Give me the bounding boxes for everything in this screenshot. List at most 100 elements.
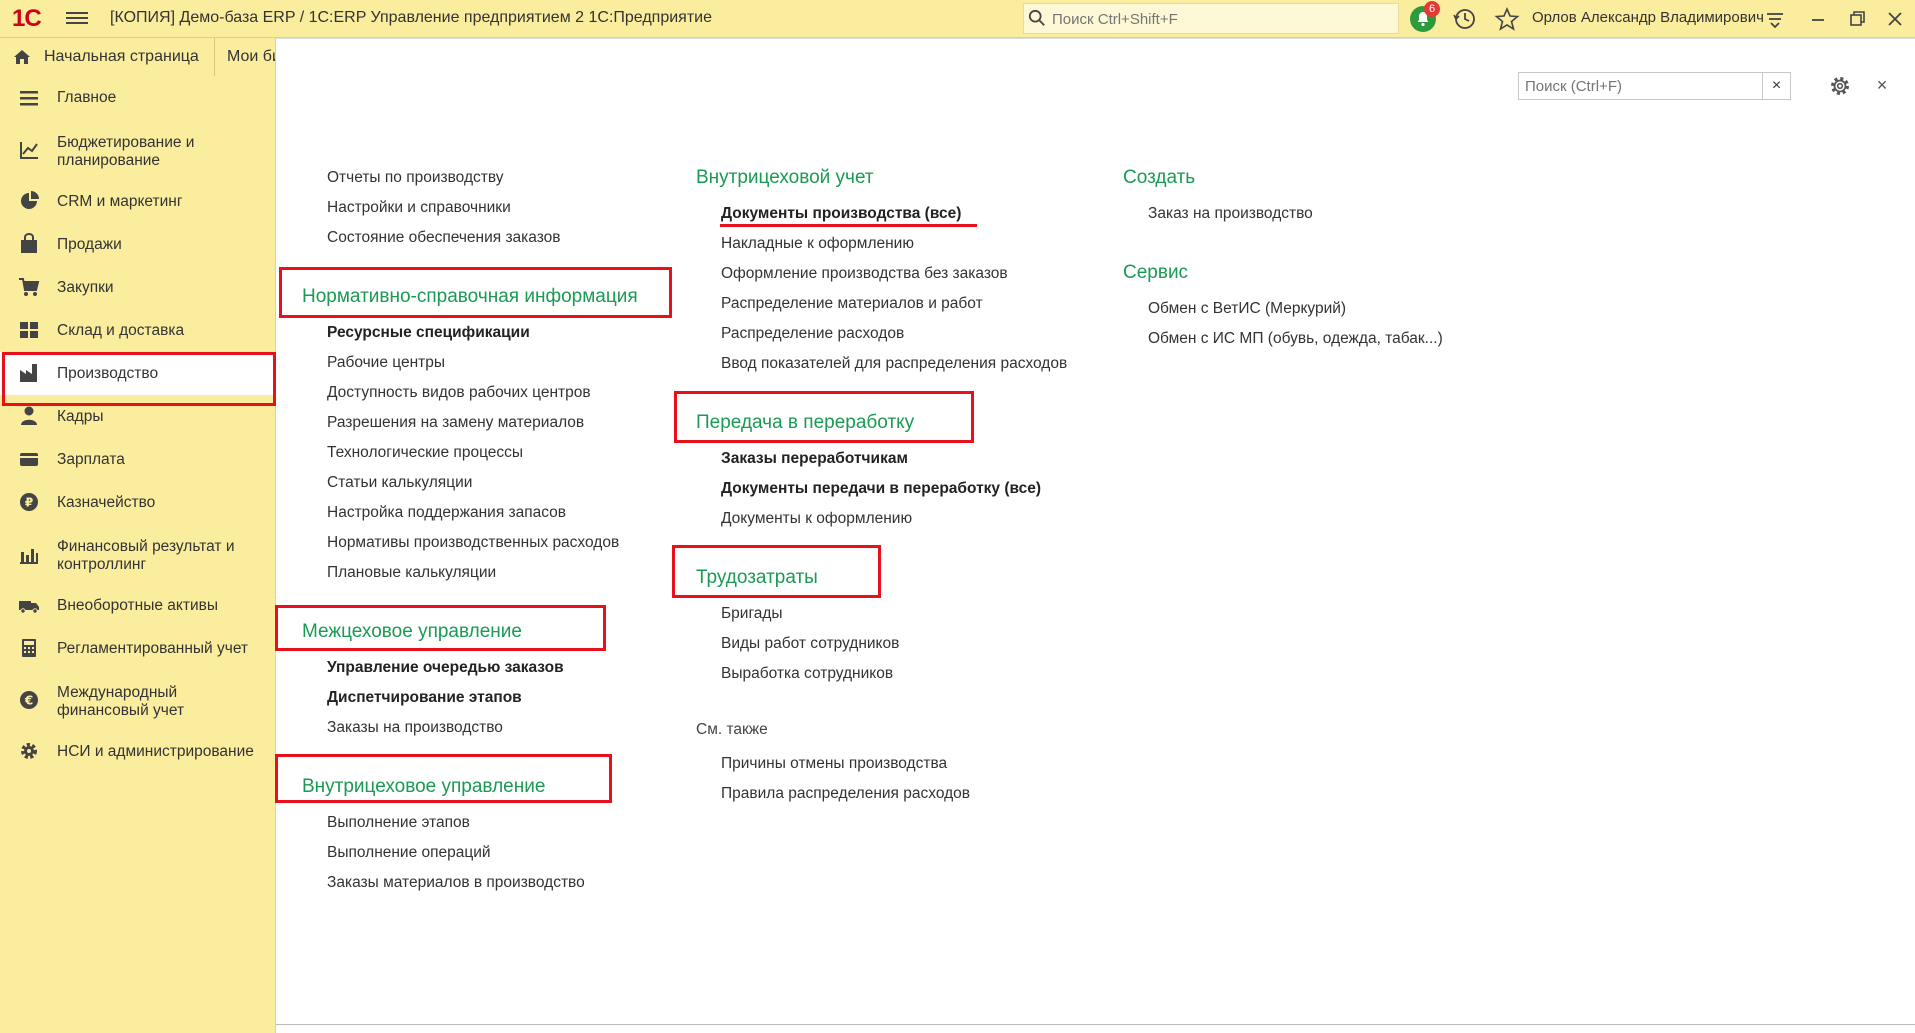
sidebar-item-label: Международный финансовый учет [57, 684, 185, 719]
favorites-star-icon[interactable] [1492, 4, 1522, 34]
tab-my-processes[interactable]: Мои бизнес-процессы [215, 38, 275, 76]
sidebar-item-label: НСИ и администрирование [57, 743, 254, 760]
link-create-production-order[interactable]: Заказ на производство [1148, 205, 1313, 223]
sidebar-item-budget[interactable]: Бюджетирование и планирование [0, 120, 275, 180]
notifications-button[interactable]: 6 [1408, 1, 1440, 34]
link-employee-work-types[interactable]: Виды работ сотрудников [721, 635, 899, 653]
sidebar-item-finresult[interactable]: Финансовый результат и контроллинг [0, 524, 275, 584]
link-brigades[interactable]: Бригады [721, 605, 783, 623]
functions-menu-icon[interactable] [1760, 4, 1790, 34]
link-cancellation-reasons[interactable]: Причины отмены производства [721, 755, 947, 773]
link-materials-work-distribution[interactable]: Распределение материалов и работ [721, 295, 983, 313]
sidebar-item-label: Главное [57, 89, 117, 106]
close-form-button[interactable]: × [1872, 75, 1892, 95]
link-documents-to-process[interactable]: Документы к оформлению [721, 510, 912, 528]
link-production-cost-norms[interactable]: Нормативы производственных расходов [327, 534, 619, 552]
group-header-create: Создать [1123, 167, 1196, 188]
sidebar-item-warehouse[interactable]: Склад и доставка [0, 309, 275, 352]
sidebar-item-label: Казначейство [57, 494, 156, 511]
link-processor-orders[interactable]: Заказы переработчикам [721, 450, 908, 468]
sidebar-item-label: Бюджетирование и планирование [57, 134, 195, 169]
tab-home-label: Начальная страница [44, 48, 199, 65]
sidebar-item-salary[interactable]: Зарплата [0, 438, 275, 481]
link-vetis-exchange[interactable]: Обмен с ВетИС (Меркурий) [1148, 300, 1346, 318]
calculator-icon [22, 639, 36, 657]
sidebar-item-label: Зарплата [57, 451, 125, 468]
shopping-bag-icon [21, 233, 37, 253]
restore-icon[interactable] [1842, 4, 1872, 34]
form-search-input[interactable] [1523, 76, 1753, 96]
link-order-queue[interactable]: Управление очередью заказов [327, 659, 564, 677]
cart-icon [19, 278, 40, 296]
link-planned-costing[interactable]: Плановые калькуляции [327, 564, 496, 582]
link-material-replacement[interactable]: Разрешения на замену материалов [327, 414, 584, 432]
sidebar-item-label: Склад и доставка [57, 322, 185, 339]
link-material-orders[interactable]: Заказы материалов в производство [327, 874, 585, 892]
app-logo[interactable]: 1С [12, 5, 42, 33]
bar-chart-icon [20, 549, 38, 564]
sections-panel: Главное Бюджетирование и планирование CR… [0, 76, 275, 1033]
sidebar-item-admin[interactable]: НСИ и администрирование [0, 730, 275, 773]
sidebar-item-purchases[interactable]: Закупки [0, 266, 275, 309]
close-window-icon[interactable] [1880, 4, 1910, 34]
sidebar-item-label: Закупки [57, 279, 114, 296]
link-ismp-exchange[interactable]: Обмен с ИС МП (обувь, одежда, табак...) [1148, 330, 1443, 348]
truck-icon [19, 601, 39, 614]
sidebar-item-main[interactable]: Главное [0, 76, 275, 120]
history-icon[interactable] [1450, 4, 1480, 34]
menu-lines-icon [20, 91, 38, 106]
global-search-input[interactable] [1050, 8, 1390, 30]
tab-home[interactable]: Начальная страница [0, 38, 215, 76]
link-order-supply-state[interactable]: Состояние обеспечения заказов [327, 229, 561, 247]
sidebar-item-ifrs[interactable]: € Международный финансовый учет [0, 670, 275, 730]
title-bar: 1С [КОПИЯ] Демо-база ERP / 1С:ERP Управл… [0, 0, 1915, 38]
link-distribution-rules[interactable]: Правила распределения расходов [721, 785, 970, 803]
sidebar-item-crm[interactable]: CRM и маркетинг [0, 180, 275, 223]
link-work-centers[interactable]: Рабочие центры [327, 354, 445, 372]
link-stock-maintenance[interactable]: Настройка поддержания запасов [327, 504, 566, 522]
annotation-box-intrashop [275, 754, 612, 803]
window-title: [КОПИЯ] Демо-база ERP / 1С:ERP Управлени… [110, 9, 712, 26]
home-icon [14, 50, 30, 64]
link-expense-distribution[interactable]: Распределение расходов [721, 325, 904, 343]
link-tech-processes[interactable]: Технологические процессы [327, 444, 523, 462]
svg-text:€: € [24, 694, 33, 708]
main-menu-icon[interactable] [66, 9, 88, 27]
link-production-orders[interactable]: Заказы на производство [327, 719, 503, 737]
link-stage-execution[interactable]: Выполнение этапов [327, 814, 470, 832]
link-distribution-indicators[interactable]: Ввод показателей для распределения расхо… [721, 355, 1067, 373]
global-search[interactable] [1023, 3, 1399, 34]
sidebar-item-treasury[interactable]: ₽ Казначейство [0, 481, 275, 524]
clear-search-button[interactable]: × [1762, 73, 1790, 99]
link-production-documents-all[interactable]: Документы производства (все) [721, 205, 961, 223]
pie-chart-icon [21, 191, 39, 209]
sidebar-item-sales[interactable]: Продажи [0, 223, 275, 266]
form-search[interactable]: × [1518, 72, 1791, 100]
link-production-reports[interactable]: Отчеты по производству [327, 169, 503, 187]
link-employee-output[interactable]: Выработка сотрудников [721, 665, 893, 683]
annotation-box-processing-transfer [674, 391, 974, 443]
tab-my-label: Мои бизнес-процессы [227, 48, 275, 65]
notifications-badge: 6 [1424, 1, 1440, 17]
user-name[interactable]: Орлов Александр Владимирович [1532, 9, 1764, 26]
sidebar-item-regulated[interactable]: Регламентированный учет [0, 627, 275, 670]
link-work-center-availability[interactable]: Доступность видов рабочих центров [327, 384, 591, 402]
sidebar-item-assets[interactable]: Внеоборотные активы [0, 584, 275, 627]
link-production-without-orders[interactable]: Оформление производства без заказов [721, 265, 1008, 283]
minimize-icon[interactable] [1803, 4, 1833, 34]
person-icon [21, 406, 37, 425]
link-operation-execution[interactable]: Выполнение операций [327, 844, 491, 862]
link-cost-items[interactable]: Статьи калькуляции [327, 474, 472, 492]
annotation-box-intershop [275, 605, 606, 651]
warehouse-grid-icon [20, 322, 38, 338]
annotation-box-labor [672, 545, 881, 598]
settings-gear-icon[interactable] [1828, 74, 1852, 98]
link-resource-specs[interactable]: Ресурсные спецификации [327, 324, 530, 342]
link-transfer-documents-all[interactable]: Документы передачи в переработку (все) [721, 480, 1041, 498]
sidebar-item-label: Внеоборотные активы [57, 597, 218, 614]
link-stage-dispatching[interactable]: Диспетчирование этапов [327, 689, 522, 707]
link-invoices-to-process[interactable]: Накладные к оформлению [721, 235, 914, 253]
link-settings-directories[interactable]: Настройки и справочники [327, 199, 511, 217]
sidebar-item-label: Продажи [57, 236, 122, 253]
wallet-icon [20, 453, 38, 466]
